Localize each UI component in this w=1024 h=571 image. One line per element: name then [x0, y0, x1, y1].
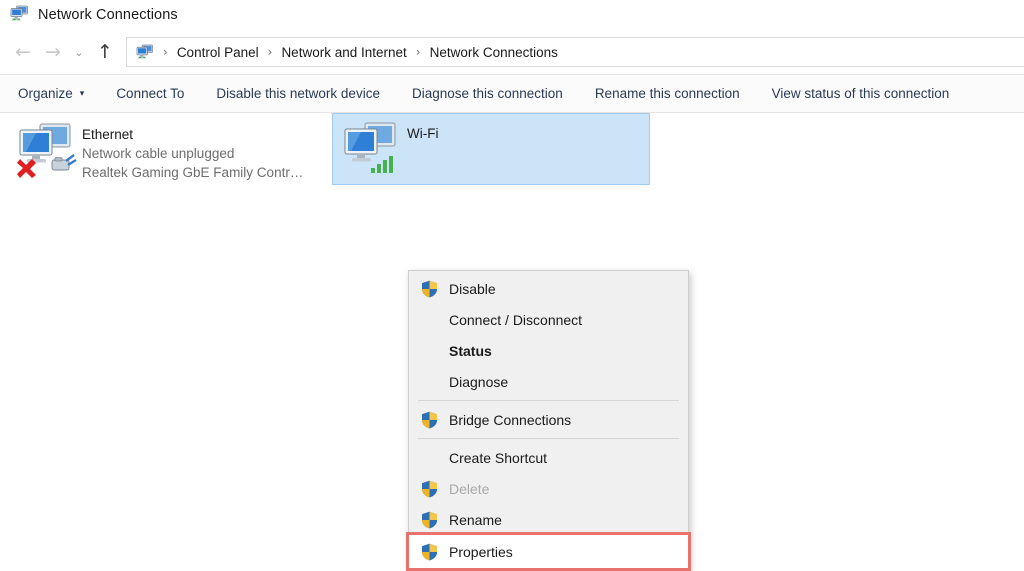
icon-placeholder [419, 341, 439, 361]
recent-locations-button[interactable]: ⌄ [68, 37, 90, 67]
breadcrumb-network-and-internet[interactable]: Network and Internet [281, 45, 406, 60]
context-menu-label: Connect / Disconnect [449, 312, 582, 328]
context-menu-item-status[interactable]: Status [409, 335, 688, 366]
signal-bars-icon [371, 156, 393, 173]
context-menu-item-delete: Delete [409, 473, 688, 504]
chevron-down-icon: ⌄ [74, 46, 83, 59]
connection-item-wifi[interactable]: Wi-Fi [332, 113, 650, 185]
context-menu-label: Properties [449, 544, 513, 560]
arrow-right-icon: → [45, 43, 61, 62]
breadcrumb-separator: › [416, 45, 421, 59]
network-connections-icon [10, 5, 29, 25]
chevron-down-icon: ▾ [80, 89, 85, 99]
context-menu-item-connect-disconnect[interactable]: Connect / Disconnect [409, 304, 688, 335]
connection-name: Ethernet [82, 125, 303, 144]
breadcrumb-separator: › [268, 45, 273, 59]
navigation-bar: ← → ⌄ ↑ › Control Panel › Network and In… [0, 30, 1024, 74]
title-bar: Network Connections [0, 0, 1024, 30]
breadcrumb-separator: › [163, 45, 168, 59]
connection-name: Wi-Fi [407, 124, 438, 143]
arrow-left-icon: ← [15, 43, 31, 62]
forward-button[interactable]: → [38, 37, 68, 67]
toolbar-label: View status of this connection [772, 86, 950, 101]
context-menu-item-bridge-connections[interactable]: Bridge Connections [409, 404, 688, 435]
wifi-adapter-icon [341, 120, 403, 178]
address-network-icon [136, 44, 154, 60]
context-menu-label: Delete [449, 481, 489, 497]
connection-device: Realtek Gaming GbE Family Contr… [82, 163, 303, 182]
toolbar-item-connect-to[interactable]: Connect To [116, 86, 184, 101]
icon-placeholder [419, 310, 439, 330]
context-menu-label: Bridge Connections [449, 412, 571, 428]
address-bar[interactable]: › Control Panel › Network and Internet ›… [126, 37, 1024, 67]
connection-item-ethernet[interactable]: Ethernet Network cable unplugged Realtek… [8, 115, 326, 187]
context-menu-label: Diagnose [449, 374, 508, 390]
toolbar-item-rename[interactable]: Rename this connection [595, 86, 740, 101]
connection-status: Network cable unplugged [82, 144, 303, 163]
arrow-up-icon: ↑ [97, 43, 113, 62]
toolbar-item-disable-device[interactable]: Disable this network device [216, 86, 380, 101]
context-menu-item-disable[interactable]: Disable [409, 273, 688, 304]
context-menu: Disable Connect / Disconnect Status Diag… [408, 270, 689, 571]
context-menu-item-rename[interactable]: Rename [409, 504, 688, 535]
command-toolbar: Organize ▾ Connect To Disable this netwo… [0, 74, 1024, 113]
context-menu-label: Status [449, 343, 492, 359]
context-menu-separator [418, 400, 679, 401]
context-menu-item-properties[interactable]: Properties [409, 535, 688, 568]
connections-list: Ethernet Network cable unplugged Realtek… [0, 113, 1024, 507]
context-menu-label: Disable [449, 281, 496, 297]
shield-icon [419, 510, 439, 530]
icon-placeholder [419, 372, 439, 392]
toolbar-label: Disable this network device [216, 86, 380, 101]
context-menu-item-create-shortcut[interactable]: Create Shortcut [409, 442, 688, 473]
toolbar-label: Connect To [116, 86, 184, 101]
up-button[interactable]: ↑ [90, 37, 120, 67]
breadcrumb-control-panel[interactable]: Control Panel [177, 45, 259, 60]
shield-icon [419, 542, 439, 562]
breadcrumb-network-connections[interactable]: Network Connections [430, 45, 558, 60]
toolbar-item-diagnose[interactable]: Diagnose this connection [412, 86, 563, 101]
window-title: Network Connections [38, 7, 178, 23]
toolbar-item-view-status[interactable]: View status of this connection [772, 86, 950, 101]
context-menu-label: Create Shortcut [449, 450, 547, 466]
shield-icon [419, 279, 439, 299]
shield-icon [419, 410, 439, 430]
icon-placeholder [419, 448, 439, 468]
toolbar-label: Rename this connection [595, 86, 740, 101]
context-menu-item-diagnose[interactable]: Diagnose [409, 366, 688, 397]
shield-icon [419, 479, 439, 499]
context-menu-separator [418, 438, 679, 439]
connection-text-wifi: Wi-Fi [407, 120, 438, 143]
toolbar-label: Organize [18, 86, 73, 101]
toolbar-label: Diagnose this connection [412, 86, 563, 101]
connection-text-ethernet: Ethernet Network cable unplugged Realtek… [82, 121, 303, 182]
toolbar-item-organize[interactable]: Organize ▾ [18, 86, 84, 101]
back-button[interactable]: ← [8, 37, 38, 67]
context-menu-label: Rename [449, 512, 502, 528]
ethernet-adapter-icon [16, 121, 78, 179]
